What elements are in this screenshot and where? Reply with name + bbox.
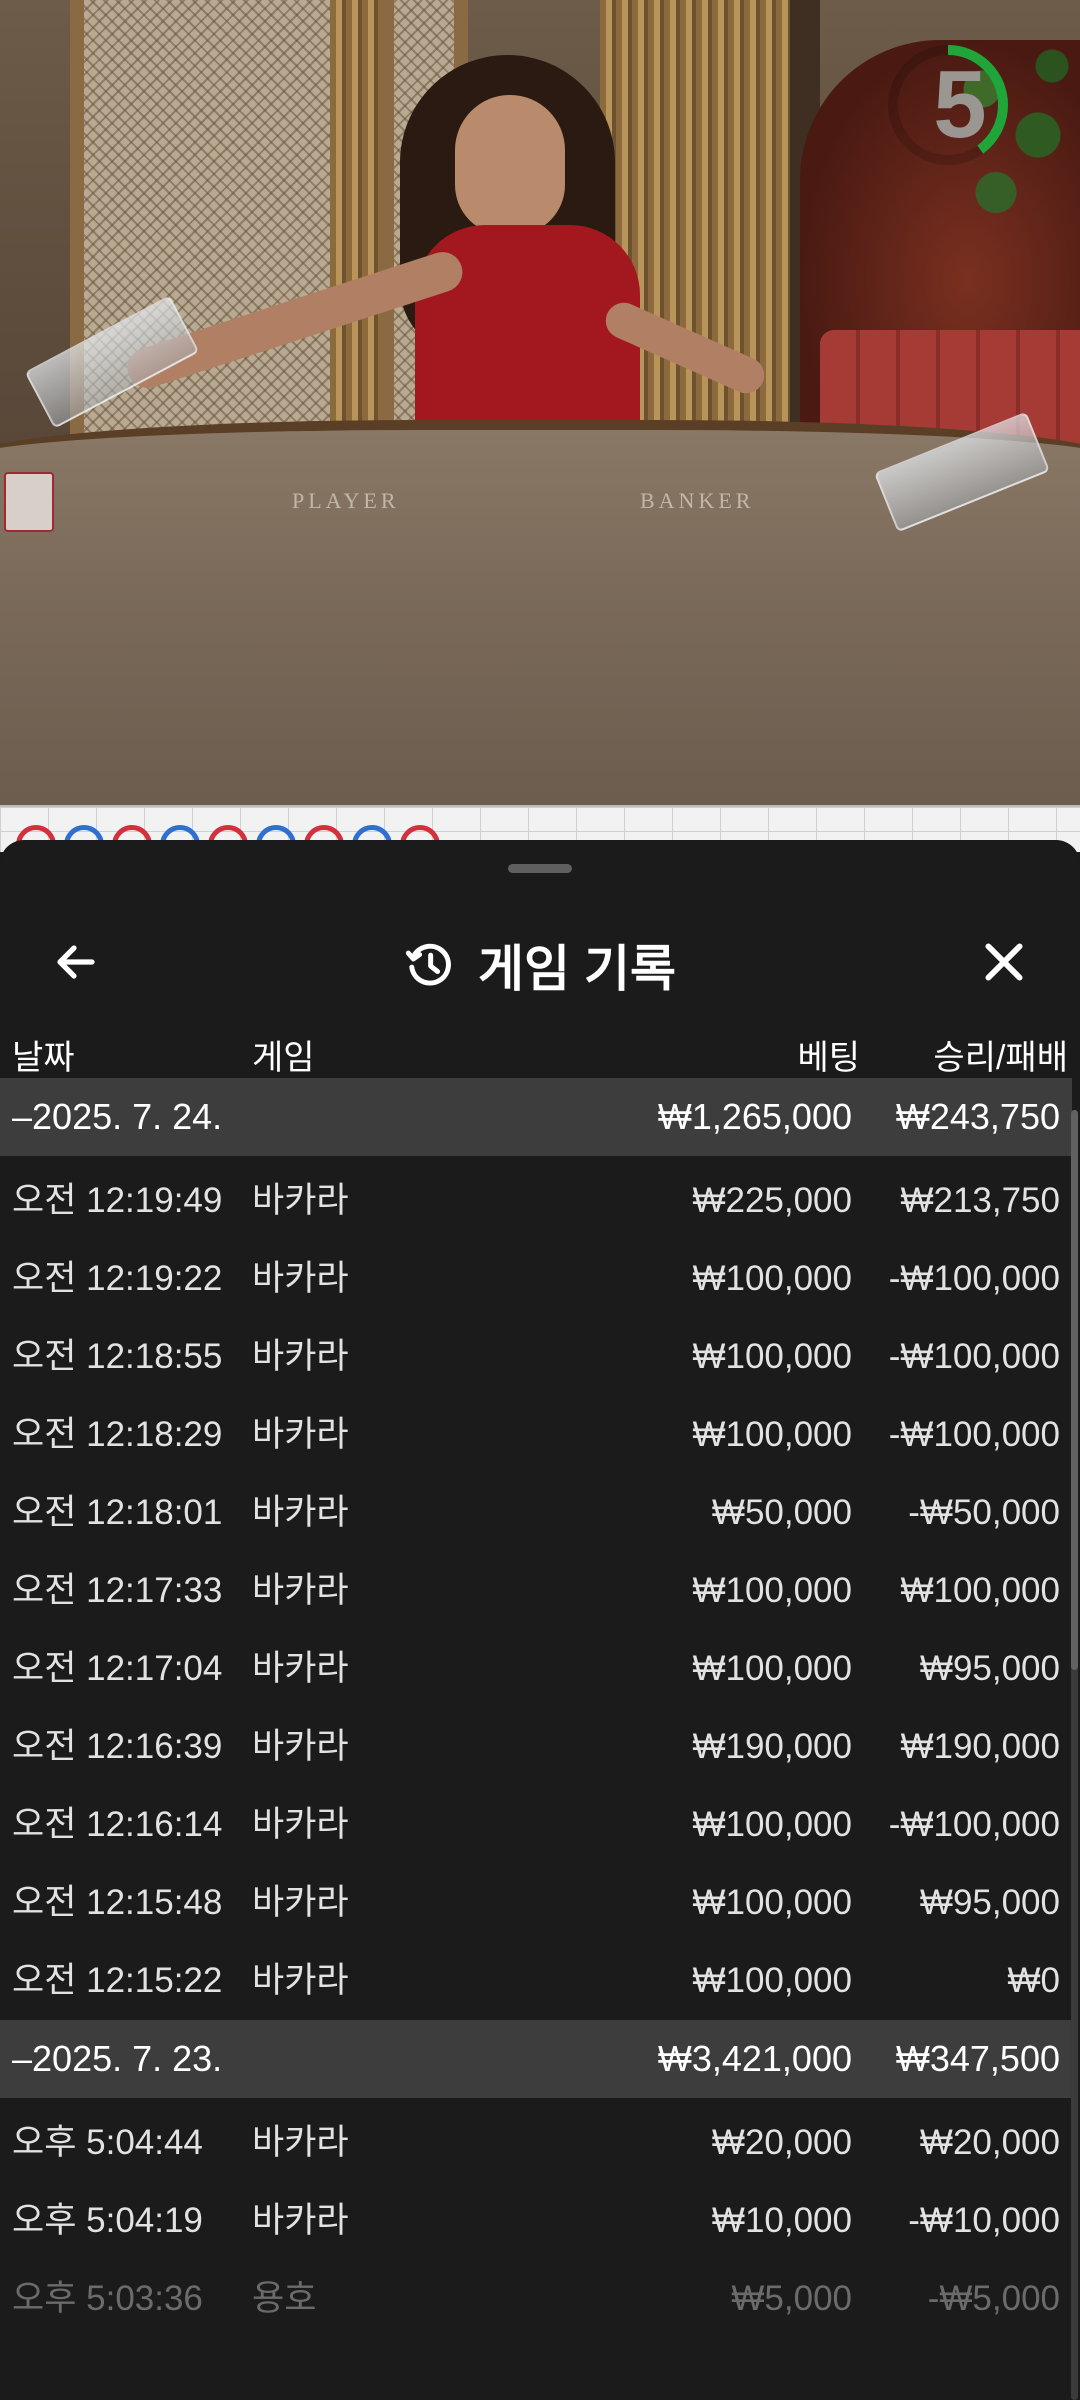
- banker-area-label: BANKER: [640, 488, 755, 513]
- row-time: 오후 5:04:19: [12, 2201, 203, 2240]
- row-bet: ₩100,000: [692, 1649, 852, 1688]
- row-result: ₩95,000: [919, 1883, 1060, 1922]
- row-game: 바카라: [252, 1181, 349, 1220]
- date-group-header[interactable]: –2025. 7. 23. ₩3,421,000 ₩347,500: [0, 2020, 1072, 2098]
- row-result: -₩100,000: [888, 1805, 1060, 1844]
- row-result: -₩100,000: [888, 1415, 1060, 1454]
- history-row[interactable]: 오전 12:18:29 바카라 ₩100,000 -₩100,000: [0, 1396, 1072, 1474]
- history-row[interactable]: 오전 12:19:49 바카라 ₩225,000 ₩213,750: [0, 1162, 1072, 1240]
- history-row[interactable]: 오전 12:16:39 바카라 ₩190,000 ₩190,000: [0, 1708, 1072, 1786]
- row-result: ₩190,000: [900, 1727, 1060, 1766]
- game-history-sheet: 게임 기록 날짜 게임 베팅 승리/패배 –2025. 7. 24. ₩1,265…: [0, 840, 1080, 2400]
- history-row[interactable]: 오전 12:17:33 바카라 ₩100,000 ₩100,000: [0, 1552, 1072, 1630]
- row-time: 오후 5:04:44: [12, 2123, 203, 2162]
- row-bet: ₩100,000: [692, 1259, 852, 1298]
- group-date: –2025. 7. 24.: [12, 1096, 223, 1137]
- row-bet: ₩20,000: [711, 2123, 852, 2162]
- row-time: 오전 12:18:55: [12, 1337, 223, 1376]
- group-result-total: ₩347,500: [895, 2038, 1060, 2079]
- drag-handle[interactable]: [508, 864, 572, 873]
- row-game: 바카라: [252, 1883, 349, 1922]
- row-time: 오전 12:17:04: [12, 1649, 223, 1688]
- back-button[interactable]: [36, 922, 116, 1002]
- row-bet: ₩100,000: [692, 1961, 852, 2000]
- row-bet: ₩50,000: [711, 1493, 852, 1532]
- row-bet: ₩100,000: [692, 1415, 852, 1454]
- row-bet: ₩100,000: [692, 1805, 852, 1844]
- scrollbar[interactable]: [1071, 1110, 1078, 2400]
- row-game: 바카라: [252, 1961, 349, 2000]
- date-group-header[interactable]: –2025. 7. 24. ₩1,265,000 ₩243,750: [0, 1078, 1072, 1156]
- history-row[interactable]: 오전 12:15:22 바카라 ₩100,000 ₩0: [0, 1942, 1072, 2020]
- row-game: 바카라: [252, 1337, 349, 1376]
- row-result: -₩100,000: [888, 1337, 1060, 1376]
- history-row[interactable]: 오후 5:03:36 용호 ₩5,000 -₩5,000: [0, 2260, 1072, 2338]
- row-time: 오전 12:18:29: [12, 1415, 223, 1454]
- row-game: 바카라: [252, 2201, 349, 2240]
- row-bet: ₩100,000: [692, 1337, 852, 1376]
- history-row[interactable]: 오후 5:04:44 바카라 ₩20,000 ₩20,000: [0, 2104, 1072, 2182]
- row-bet: ₩5,000: [731, 2279, 852, 2318]
- arrow-left-icon: [57, 945, 95, 979]
- row-time: 오전 12:19:22: [12, 1259, 223, 1298]
- group-bet-total: ₩3,421,000: [657, 2038, 852, 2079]
- row-bet: ₩100,000: [692, 1571, 852, 1610]
- row-result: -₩5,000: [927, 2279, 1060, 2318]
- player-area-label: PLAYER: [292, 488, 400, 513]
- row-game: 바카라: [252, 1571, 349, 1610]
- row-result: -₩10,000: [908, 2201, 1060, 2240]
- group-result-total: ₩243,750: [895, 1096, 1060, 1137]
- row-result: ₩95,000: [919, 1649, 1060, 1688]
- close-x-icon: [985, 943, 1023, 981]
- row-game: 바카라: [252, 1259, 349, 1298]
- history-row[interactable]: 오전 12:17:04 바카라 ₩100,000 ₩95,000: [0, 1630, 1072, 1708]
- row-game: 바카라: [252, 1493, 349, 1532]
- row-bet: ₩190,000: [692, 1727, 852, 1766]
- row-time: 오후 5:03:36: [12, 2279, 203, 2318]
- history-row[interactable]: 오후 5:04:19 바카라 ₩10,000 -₩10,000: [0, 2182, 1072, 2260]
- betting-countdown-timer: 5: [888, 40, 1035, 170]
- countdown-number: 5: [933, 51, 987, 158]
- close-button[interactable]: [964, 922, 1044, 1002]
- sheet-header: 게임 기록: [0, 900, 1080, 1030]
- row-result: ₩213,750: [900, 1181, 1060, 1220]
- history-row[interactable]: 오전 12:19:22 바카라 ₩100,000 -₩100,000: [0, 1240, 1072, 1318]
- history-row[interactable]: 오전 12:18:55 바카라 ₩100,000 -₩100,000: [0, 1318, 1072, 1396]
- row-time: 오전 12:15:22: [12, 1961, 223, 2000]
- sheet-title: 게임 기록: [478, 941, 676, 997]
- group-date: –2025. 7. 23.: [12, 2038, 223, 2079]
- history-row[interactable]: 오전 12:18:01 바카라 ₩50,000 -₩50,000: [0, 1474, 1072, 1552]
- live-video-stream: PLAYER BANKER 5: [0, 0, 1080, 805]
- row-result: -₩100,000: [888, 1259, 1060, 1298]
- row-result: ₩100,000: [900, 1571, 1060, 1610]
- row-game: 용호: [252, 2279, 317, 2318]
- row-time: 오전 12:18:01: [12, 1493, 223, 1532]
- row-time: 오전 12:16:39: [12, 1727, 223, 1766]
- row-bet: ₩100,000: [692, 1883, 852, 1922]
- history-row[interactable]: 오전 12:15:48 바카라 ₩100,000 ₩95,000: [0, 1864, 1072, 1942]
- row-game: 바카라: [252, 1415, 349, 1454]
- row-time: 오전 12:16:14: [12, 1805, 223, 1844]
- row-game: 바카라: [252, 1649, 349, 1688]
- history-row[interactable]: 오전 12:16:14 바카라 ₩100,000 -₩100,000: [0, 1786, 1072, 1864]
- row-time: 오전 12:17:33: [12, 1571, 223, 1610]
- row-bet: ₩10,000: [711, 2201, 852, 2240]
- row-result: ₩0: [1007, 1961, 1061, 2000]
- row-result: -₩50,000: [908, 1493, 1060, 1532]
- row-time: 오전 12:15:48: [12, 1883, 223, 1922]
- row-time: 오전 12:19:49: [12, 1181, 223, 1220]
- row-bet: ₩225,000: [692, 1181, 852, 1220]
- history-clock-icon: [405, 943, 451, 986]
- group-bet-total: ₩1,265,000: [657, 1096, 852, 1137]
- row-game: 바카라: [252, 1805, 349, 1844]
- row-game: 바카라: [252, 2123, 349, 2162]
- row-result: ₩20,000: [919, 2123, 1060, 2162]
- row-game: 바카라: [252, 1727, 349, 1766]
- scrollbar-thumb[interactable]: [1071, 1110, 1078, 1670]
